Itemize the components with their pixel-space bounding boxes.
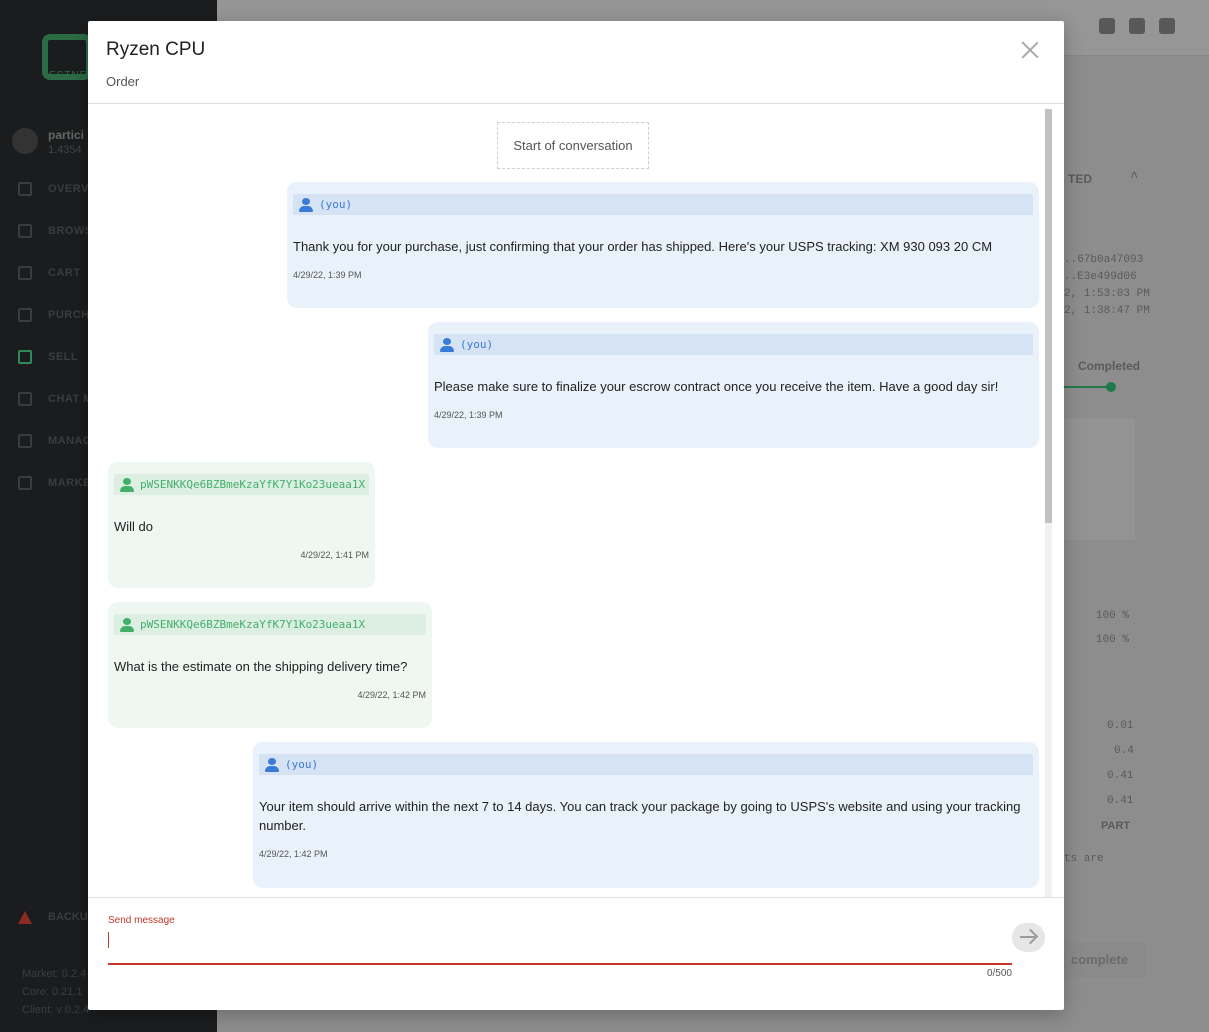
message-text: Thank you for your purchase, just confir…	[293, 239, 993, 254]
close-icon[interactable]	[1020, 40, 1040, 60]
message-time: 4/29/22, 1:39 PM	[434, 410, 503, 420]
bag-icon	[18, 308, 32, 322]
list-icon	[18, 434, 32, 448]
message-text: Your item should arrive within the next …	[259, 799, 1021, 833]
person-icon	[440, 337, 454, 352]
person-icon	[299, 197, 313, 212]
message-composer: Send message 0/500	[88, 897, 1064, 1010]
step-completed-label: Completed	[1078, 359, 1141, 373]
message-text: What is the estimate on the shipping del…	[114, 659, 408, 674]
person-icon	[265, 757, 279, 772]
message-time: 4/29/22, 1:42 PM	[357, 690, 426, 700]
avatar	[12, 128, 38, 154]
lock-icon[interactable]	[1129, 18, 1145, 34]
sidebar-item-label: SELL	[48, 351, 79, 363]
profile-balance: 1.4354	[48, 144, 82, 156]
profile-name: partici	[48, 128, 85, 142]
message-author: pWSENKKQe6BZBmeKzaYfK7Y1Ko23ueaa1X	[114, 474, 369, 495]
message-bubble: (you) Thank you for your purchase, just …	[287, 182, 1039, 308]
author-name: pWSENKKQe6BZBmeKzaYfK7Y1Ko23ueaa1X	[140, 478, 366, 491]
chevron-up-icon[interactable]: ^	[1130, 170, 1138, 186]
message-bubble: (you) Please make sure to finalize your …	[428, 322, 1039, 448]
signal-icon[interactable]	[1099, 18, 1115, 34]
person-icon	[120, 617, 134, 632]
currency-label: PART	[1101, 820, 1131, 832]
message-bubble: pWSENKKQe6BZBmeKzaYfK7Y1Ko23ueaa1X What …	[108, 602, 432, 728]
version-client: Client: v 0.2.4	[22, 1004, 90, 1016]
amount-value: 0.4	[1114, 745, 1134, 757]
send-message-label: Send message	[108, 915, 175, 926]
person-icon	[120, 477, 134, 492]
modal-subtitle: Order	[106, 74, 140, 89]
network-icon[interactable]	[1159, 18, 1175, 34]
percent-value: 100 %	[1096, 610, 1130, 622]
author-name: pWSENKKQe6BZBmeKzaYfK7Y1Ko23ueaa1X	[140, 618, 366, 631]
overview-icon	[18, 182, 32, 196]
message-input[interactable]	[112, 930, 1002, 952]
amount-value: 0.01	[1107, 720, 1134, 732]
message-input-container[interactable]	[108, 928, 1012, 965]
wrench-icon	[18, 476, 32, 490]
message-time: 4/29/22, 1:42 PM	[259, 849, 328, 859]
author-name: (you)	[319, 198, 353, 211]
order-hash: ..E3e499d06	[1064, 271, 1137, 283]
version-core: Core: 0.21.1	[22, 986, 83, 998]
arrow-right-icon	[1020, 936, 1035, 938]
text-caret	[108, 932, 109, 948]
complete-button[interactable]: complete	[1063, 942, 1147, 978]
amount-value: 0.41	[1107, 770, 1134, 782]
amount-value: 0.41	[1107, 795, 1134, 807]
warning-icon	[18, 910, 32, 924]
note-text: ts are	[1064, 853, 1104, 865]
message-time: 4/29/22, 1:41 PM	[300, 550, 369, 560]
order-date: 2, 1:38:47 PM	[1064, 305, 1150, 317]
chat-icon	[18, 392, 32, 406]
modal-title: Ryzen CPU	[106, 39, 206, 60]
author-name: (you)	[285, 758, 319, 771]
message-author: pWSENKKQe6BZBmeKzaYfK7Y1Ko23ueaa1X	[114, 614, 426, 635]
modal-header: Ryzen CPU Order	[88, 21, 1064, 104]
store-icon	[18, 224, 32, 238]
chat-modal: Ryzen CPU Order Start of conversation (y…	[88, 21, 1064, 1010]
message-author: (you)	[259, 754, 1033, 775]
message-author: (you)	[434, 334, 1033, 355]
logo-text: TESTNET	[42, 70, 95, 81]
chat-messages: Start of conversation (you) Thank you fo…	[88, 105, 1052, 897]
start-of-conversation: Start of conversation	[497, 122, 649, 169]
message-time: 4/29/22, 1:39 PM	[293, 270, 362, 280]
sidebar-item-label: CART	[48, 267, 81, 279]
author-name: (you)	[460, 338, 494, 351]
order-hash: ..67b0a47093	[1064, 254, 1144, 266]
version-market: Market: 0.2.4	[22, 968, 87, 980]
percent-value: 100 %	[1096, 634, 1130, 646]
message-bubble: pWSENKKQe6BZBmeKzaYfK7Y1Ko23ueaa1X Will …	[108, 462, 375, 588]
send-button[interactable]	[1012, 923, 1045, 952]
step-dot	[1106, 382, 1116, 392]
message-bubble: (you) Your item should arrive within the…	[253, 742, 1039, 888]
message-author: (you)	[293, 194, 1033, 215]
placeholder-panel	[1063, 418, 1135, 540]
sell-icon	[18, 350, 32, 364]
order-date: 2, 1:53:03 PM	[1064, 288, 1150, 300]
message-text: Will do	[114, 519, 154, 534]
order-status: TED	[1068, 172, 1092, 186]
message-text: Please make sure to finalize your escrow…	[434, 379, 999, 394]
cart-icon	[18, 266, 32, 280]
character-counter: 0/500	[986, 968, 1012, 979]
